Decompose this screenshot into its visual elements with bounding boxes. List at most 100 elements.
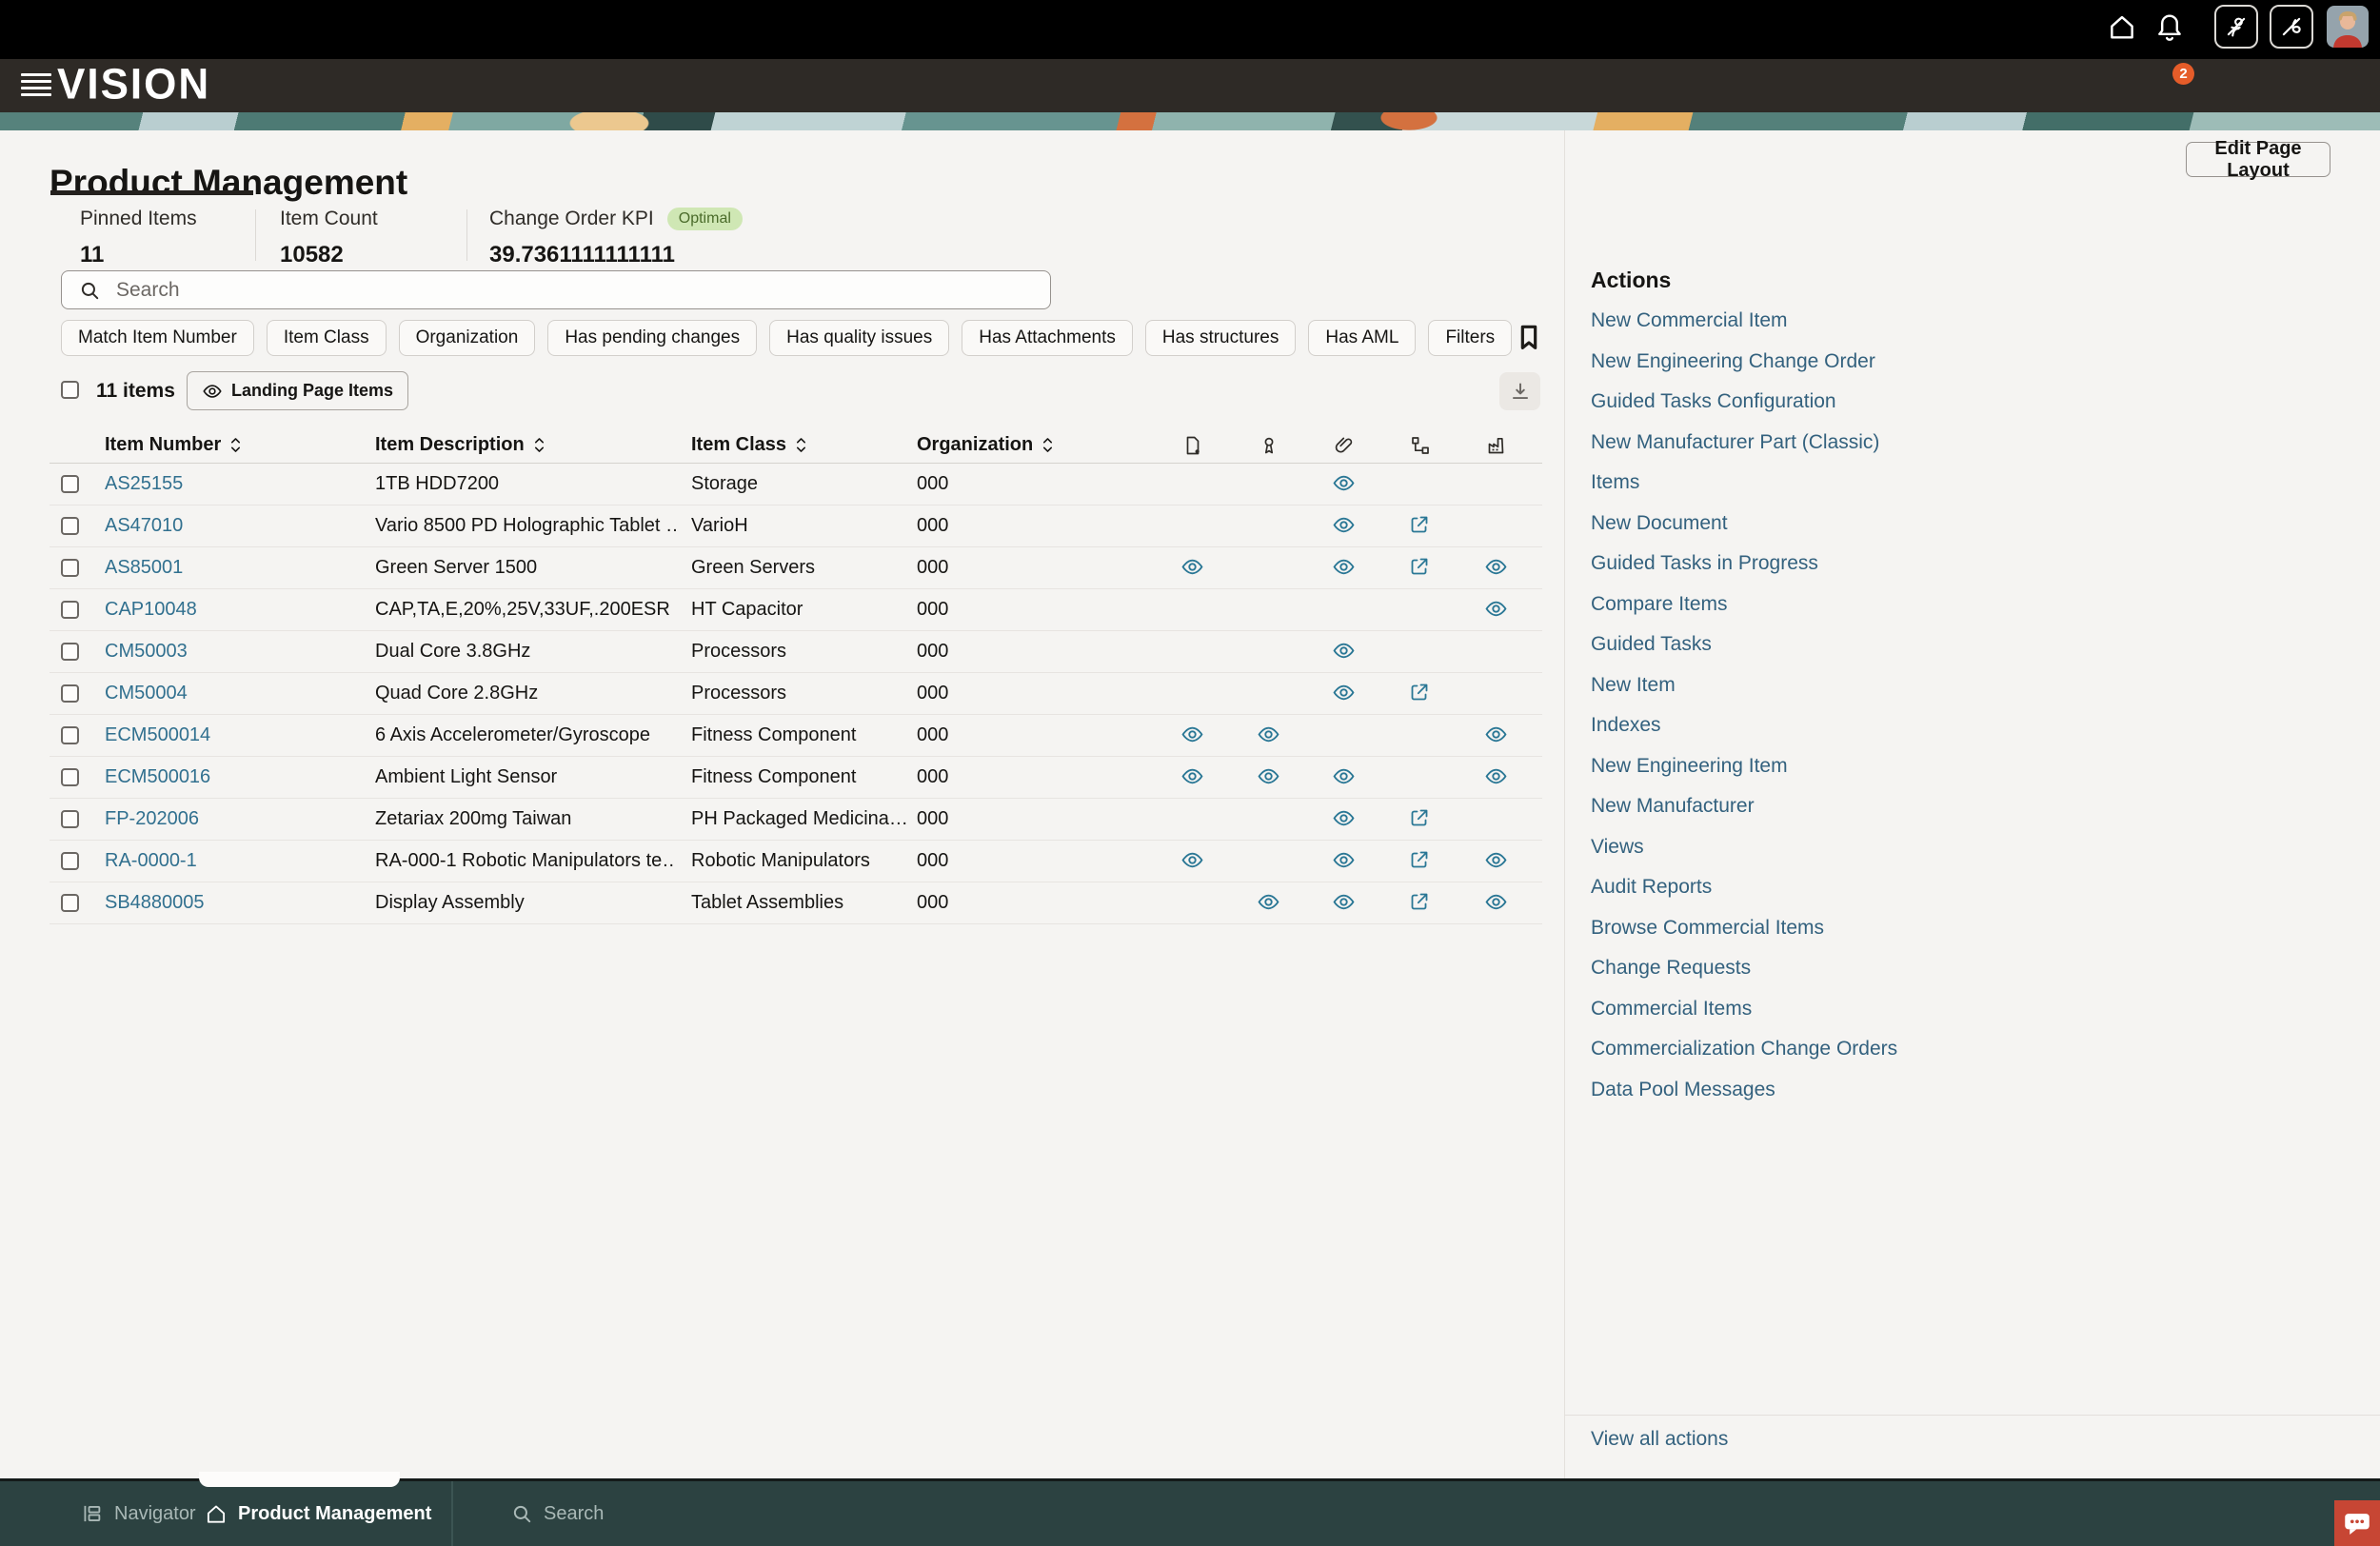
impersonation-off-icon[interactable] (2214, 5, 2258, 49)
attachments-view-icon[interactable] (1332, 471, 1357, 496)
change-order-view-icon[interactable] (1180, 723, 1205, 747)
filter-chip-has-pending-changes[interactable]: Has pending changes (547, 320, 757, 356)
action-link-new-document[interactable]: New Document (1591, 512, 1728, 535)
action-link-guided-tasks[interactable]: Guided Tasks (1591, 633, 1712, 656)
item-number-link[interactable]: ECM500016 (105, 766, 210, 788)
item-number-link[interactable]: CM50004 (105, 683, 188, 704)
attachments-view-icon[interactable] (1332, 513, 1357, 538)
attachments-view-icon[interactable] (1332, 806, 1357, 831)
filter-chip-has-attachments[interactable]: Has Attachments (962, 320, 1133, 356)
aml-view-icon[interactable] (1484, 764, 1509, 789)
filter-chip-filters[interactable]: Filters (1428, 320, 1512, 356)
chat-button[interactable] (2334, 1500, 2380, 1546)
item-number-link[interactable]: SB4880005 (105, 892, 205, 914)
quality-view-icon[interactable] (1257, 764, 1281, 789)
action-link-change-requests[interactable]: Change Requests (1591, 957, 1751, 980)
row-checkbox[interactable] (61, 475, 79, 493)
action-link-browse-commercial-items[interactable]: Browse Commercial Items (1591, 917, 1824, 940)
column-header-item-number[interactable]: Item Number (105, 432, 243, 457)
menu-icon[interactable] (21, 73, 51, 98)
item-number-link[interactable]: RA-0000-1 (105, 850, 197, 872)
column-header-organization[interactable]: Organization (917, 432, 1055, 457)
attachments-view-icon[interactable] (1332, 555, 1357, 580)
attachments-view-icon[interactable] (1332, 890, 1357, 915)
row-checkbox[interactable] (61, 768, 79, 786)
change-order-view-icon[interactable] (1180, 848, 1205, 873)
row-checkbox[interactable] (61, 559, 79, 577)
row-checkbox[interactable] (61, 643, 79, 661)
action-link-indexes[interactable]: Indexes (1591, 714, 1661, 737)
action-link-data-pool-messages[interactable]: Data Pool Messages (1591, 1079, 1775, 1101)
change-order-view-icon[interactable] (1180, 764, 1205, 789)
bottom-tab-navigator[interactable]: Navigator (80, 1481, 196, 1546)
filter-chip-has-aml[interactable]: Has AML (1308, 320, 1416, 356)
change-order-view-icon[interactable] (1180, 555, 1205, 580)
action-link-new-engineering-change-order[interactable]: New Engineering Change Order (1591, 350, 1875, 373)
scissors-off-icon[interactable] (2270, 5, 2313, 49)
filter-chip-match-item-number[interactable]: Match Item Number (61, 320, 254, 356)
action-link-audit-reports[interactable]: Audit Reports (1591, 876, 1712, 899)
action-link-new-item[interactable]: New Item (1591, 674, 1676, 697)
item-number-link[interactable]: CAP10048 (105, 599, 197, 621)
action-link-new-engineering-item[interactable]: New Engineering Item (1591, 755, 1788, 778)
structures-open-icon[interactable] (1408, 513, 1433, 538)
action-link-new-commercial-item[interactable]: New Commercial Item (1591, 309, 1788, 332)
aml-view-icon[interactable] (1484, 890, 1509, 915)
bottom-tab-search[interactable]: Search (509, 1481, 604, 1546)
attachments-view-icon[interactable] (1332, 848, 1357, 873)
row-checkbox[interactable] (61, 726, 79, 744)
structures-open-icon[interactable] (1408, 806, 1433, 831)
aml-view-icon[interactable] (1484, 723, 1509, 747)
action-link-guided-tasks-configuration[interactable]: Guided Tasks Configuration (1591, 390, 1836, 413)
row-checkbox[interactable] (61, 601, 79, 619)
action-link-commercialization-change-orders[interactable]: Commercialization Change Orders (1591, 1038, 1897, 1060)
notifications-bell-icon[interactable] (2153, 10, 2186, 43)
action-link-views[interactable]: Views (1591, 836, 1644, 859)
attachments-view-icon[interactable] (1332, 681, 1357, 705)
search-bar[interactable] (61, 270, 1051, 309)
attachments-view-icon[interactable] (1332, 764, 1357, 789)
structures-open-icon[interactable] (1408, 555, 1433, 580)
action-link-new-manufacturer[interactable]: New Manufacturer (1591, 795, 1755, 818)
user-avatar[interactable] (2327, 6, 2369, 48)
view-all-actions-link[interactable]: View all actions (1591, 1428, 1728, 1451)
row-checkbox[interactable] (61, 852, 79, 870)
filter-chip-organization[interactable]: Organization (399, 320, 536, 356)
landing-page-items-button[interactable]: Landing Page Items (187, 371, 408, 410)
select-all-checkbox[interactable] (61, 381, 79, 399)
row-checkbox[interactable] (61, 894, 79, 912)
aml-view-icon[interactable] (1484, 848, 1509, 873)
structures-open-icon[interactable] (1408, 848, 1433, 873)
aml-view-icon[interactable] (1484, 555, 1509, 580)
item-number-link[interactable]: AS47010 (105, 515, 183, 537)
download-button[interactable] (1499, 372, 1540, 410)
action-link-compare-items[interactable]: Compare Items (1591, 593, 1728, 616)
attachments-view-icon[interactable] (1332, 639, 1357, 664)
bookmark-icon[interactable] (1514, 322, 1544, 352)
column-header-item-class[interactable]: Item Class (691, 432, 808, 457)
bottom-tab-product-management[interactable]: Product Management (204, 1481, 431, 1546)
filter-chip-has-quality-issues[interactable]: Has quality issues (769, 320, 949, 356)
quality-view-icon[interactable] (1257, 723, 1281, 747)
filter-chip-item-class[interactable]: Item Class (267, 320, 387, 356)
action-link-items[interactable]: Items (1591, 471, 1639, 494)
action-link-commercial-items[interactable]: Commercial Items (1591, 998, 1752, 1021)
aml-view-icon[interactable] (1484, 597, 1509, 622)
item-number-link[interactable]: AS85001 (105, 557, 183, 579)
structures-open-icon[interactable] (1408, 890, 1433, 915)
quality-view-icon[interactable] (1257, 890, 1281, 915)
item-number-link[interactable]: AS25155 (105, 473, 183, 495)
row-checkbox[interactable] (61, 810, 79, 828)
action-link-guided-tasks-in-progress[interactable]: Guided Tasks in Progress (1591, 552, 1818, 575)
item-number-link[interactable]: FP-202006 (105, 808, 199, 830)
action-link-new-manufacturer-part-classic[interactable]: New Manufacturer Part (Classic) (1591, 431, 1879, 454)
item-number-link[interactable]: ECM500014 (105, 724, 210, 746)
row-checkbox[interactable] (61, 517, 79, 535)
search-input[interactable] (114, 278, 1035, 303)
structures-open-icon[interactable] (1408, 681, 1433, 705)
edit-page-layout-button[interactable]: Edit Page Layout (2186, 142, 2330, 177)
row-checkbox[interactable] (61, 684, 79, 703)
home-icon[interactable] (2106, 10, 2138, 43)
column-header-item-description[interactable]: Item Description (375, 432, 546, 457)
filter-chip-has-structures[interactable]: Has structures (1145, 320, 1296, 356)
